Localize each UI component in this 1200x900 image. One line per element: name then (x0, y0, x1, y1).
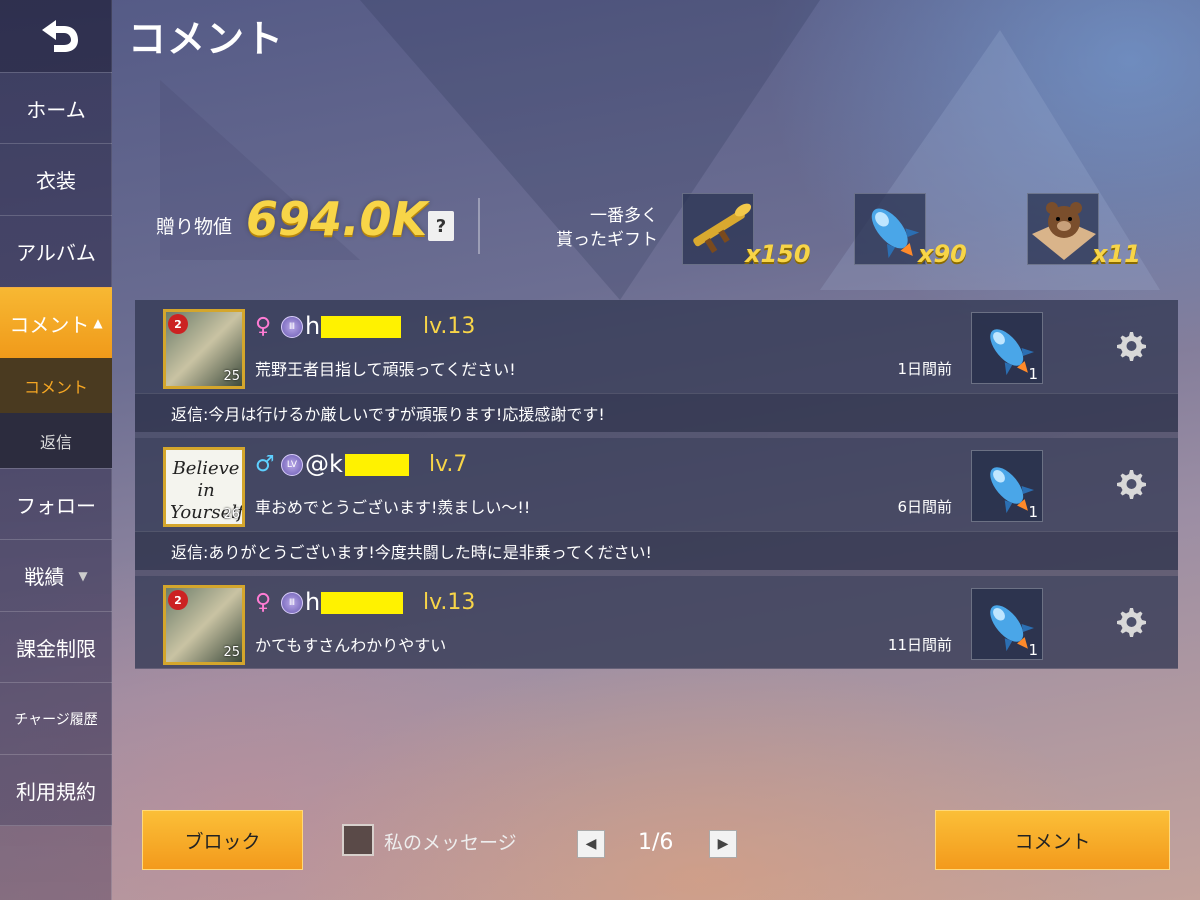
sidebar-item-purchase-limit[interactable]: 課金制限 (0, 611, 112, 682)
sidebar-item-follow[interactable]: フォロー (0, 468, 112, 539)
teddy-bear-box-icon (1032, 202, 1096, 260)
my-messages-checkbox[interactable] (342, 824, 374, 856)
comment-text: かてもすさんわかりやすい (255, 636, 447, 655)
top-gift-count: x150 (745, 240, 811, 268)
female-icon: ♀ (255, 314, 272, 339)
comment-gift: 1 (971, 450, 1043, 522)
gear-icon[interactable] (1110, 464, 1150, 504)
username[interactable]: h (305, 588, 320, 616)
my-messages-label: 私のメッセージ (384, 832, 517, 854)
top-gift-rocket (854, 193, 926, 265)
comment-main: 2 25 ♀ Ⅲ h lv.13 荒野王者目指して頑張ってください! 1日間前 (135, 300, 1178, 393)
redaction (345, 454, 409, 476)
most-gift-label: 一番多く 貰ったギフト (556, 206, 658, 250)
top-gift-count: x90 (918, 240, 967, 268)
gear-icon[interactable] (1110, 326, 1150, 366)
rank-icon: LV (281, 454, 303, 476)
sidebar-item-comment[interactable]: コメント ▲ (0, 287, 112, 358)
avatar[interactable]: 2 25 (163, 309, 245, 389)
sidebar: ホーム 衣装 アルバム コメント ▲ コメント 返信 フォロー 戦績 ▼ 課金制限 … (0, 0, 112, 900)
comment-time: 1日間前 (897, 360, 952, 378)
reply: 返信:ありがとうございます!今度共闘した時に是非乗ってください! (135, 531, 1178, 570)
sidebar-item-record[interactable]: 戦績 ▼ (0, 539, 112, 611)
top-gift-bazooka (682, 193, 754, 265)
comment-list: 2 25 ♀ Ⅲ h lv.13 荒野王者目指して頑張ってください! 1日間前 (135, 300, 1178, 669)
sidebar-item-charge-history[interactable]: チャージ履歴 (0, 682, 112, 754)
sidebar-item-costume[interactable]: 衣装 (0, 143, 112, 215)
avatar-number: 26 (223, 507, 240, 522)
user-level: lv.7 (429, 452, 468, 477)
username[interactable]: h (305, 312, 320, 340)
top-gift-count: x11 (1092, 240, 1141, 268)
sidebar-item-home[interactable]: ホーム (0, 72, 112, 143)
avatar-badge: 2 (168, 590, 188, 610)
caret-down-icon: ▼ (78, 568, 88, 583)
male-icon: ♂ (255, 452, 275, 477)
back-arrow-icon (42, 20, 78, 52)
comment-gift: 1 (971, 588, 1043, 660)
avatar[interactable]: 2 25 (163, 585, 245, 665)
comment-row: Believe in Yourself 26 ♂ LV @k lv.7 車おめで… (135, 438, 1178, 570)
female-icon: ♀ (255, 590, 272, 615)
gift-value-label: 贈り物値 (156, 216, 233, 238)
comment-text: 車おめでとうございます!羨ましい〜!! (255, 498, 531, 517)
gift-value: 694.0K (246, 192, 428, 246)
back-button[interactable] (0, 0, 112, 72)
username[interactable]: @k (305, 450, 343, 478)
comment-row: 2 25 ♀ Ⅲ h lv.13 かてもすさんわかりやすい 11日間前 1 (135, 576, 1178, 669)
avatar-number: 25 (223, 369, 240, 384)
block-button[interactable]: ブロック (142, 810, 303, 870)
sidebar-subitem-comment[interactable]: コメント (0, 358, 112, 413)
avatar-badge: 2 (168, 314, 188, 334)
comment-main: Believe in Yourself 26 ♂ LV @k lv.7 車おめで… (135, 438, 1178, 531)
comment-main: 2 25 ♀ Ⅲ h lv.13 かてもすさんわかりやすい 11日間前 1 (135, 576, 1178, 669)
divider (478, 198, 480, 254)
page-indicator: 1/6 (638, 830, 674, 855)
user-level: lv.13 (423, 590, 476, 615)
redaction (321, 592, 403, 614)
comment-button[interactable]: コメント (935, 810, 1170, 870)
gear-icon[interactable] (1110, 602, 1150, 642)
gift-count: 1 (1028, 503, 1038, 521)
sidebar-item-terms[interactable]: 利用規約 (0, 754, 112, 826)
next-page-button[interactable]: ▶ (709, 830, 737, 858)
rocket-icon (871, 208, 920, 259)
comment-time: 11日間前 (887, 636, 952, 654)
help-button[interactable]: ? (428, 211, 454, 241)
user-level: lv.13 (423, 314, 476, 339)
comment-time: 6日間前 (897, 498, 952, 516)
top-gift-bear (1027, 193, 1099, 265)
prev-page-button[interactable]: ◀ (577, 830, 605, 858)
sidebar-item-album[interactable]: アルバム (0, 215, 112, 287)
rank-icon: Ⅲ (281, 316, 303, 338)
comment-row: 2 25 ♀ Ⅲ h lv.13 荒野王者目指して頑張ってください! 1日間前 (135, 300, 1178, 432)
rank-icon: Ⅲ (281, 592, 303, 614)
reply: 返信:今月は行けるか厳しいですが頑張ります!応援感謝です! (135, 393, 1178, 432)
caret-up-icon: ▲ (93, 316, 103, 330)
avatar-number: 25 (223, 645, 240, 660)
avatar[interactable]: Believe in Yourself 26 (163, 447, 245, 527)
comment-text: 荒野王者目指して頑張ってください! (255, 360, 516, 379)
sidebar-subitem-reply[interactable]: 返信 (0, 413, 112, 468)
gift-count: 1 (1028, 641, 1038, 659)
comment-gift: 1 (971, 312, 1043, 384)
page-title: コメント (128, 17, 285, 61)
redaction (321, 316, 401, 338)
gift-count: 1 (1028, 365, 1038, 383)
